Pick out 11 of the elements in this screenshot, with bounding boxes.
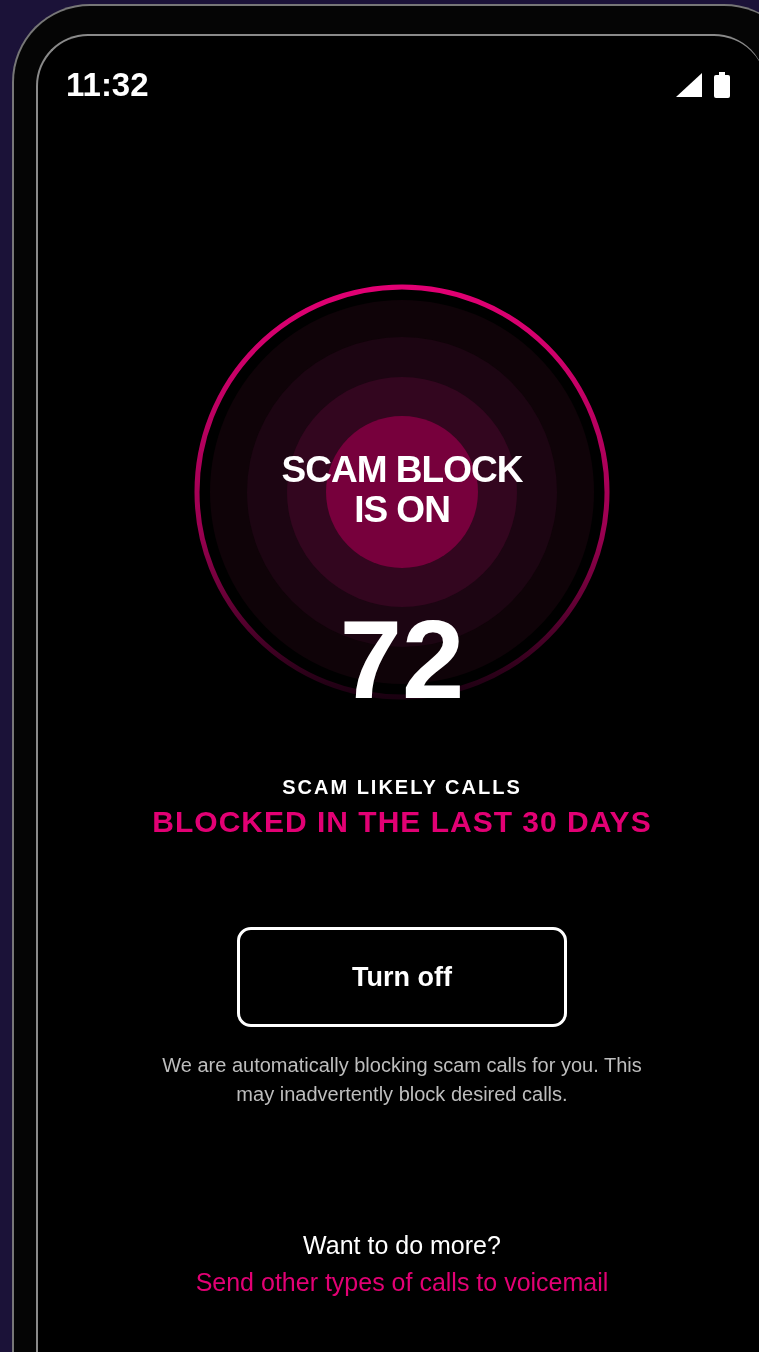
period-label: BLOCKED IN THE LAST 30 DAYS — [152, 805, 652, 839]
blocked-count: 72 — [339, 610, 465, 710]
turn-off-button[interactable]: Turn off — [237, 927, 567, 1027]
signal-icon — [676, 73, 702, 97]
status-heading: SCAM BLOCK IS ON — [280, 450, 524, 530]
count-label: SCAM LIKELY CALLS — [282, 776, 522, 799]
more-prompt: Want to do more? — [303, 1231, 501, 1260]
description-text: We are automatically blocking scam calls for you. This may inadvertently block desired calls. — [162, 1053, 642, 1107]
status-time: 11:32 — [66, 66, 149, 104]
voicemail-link[interactable]: Send other types of calls to voicemail — [195, 1268, 609, 1297]
battery-icon — [714, 72, 730, 98]
